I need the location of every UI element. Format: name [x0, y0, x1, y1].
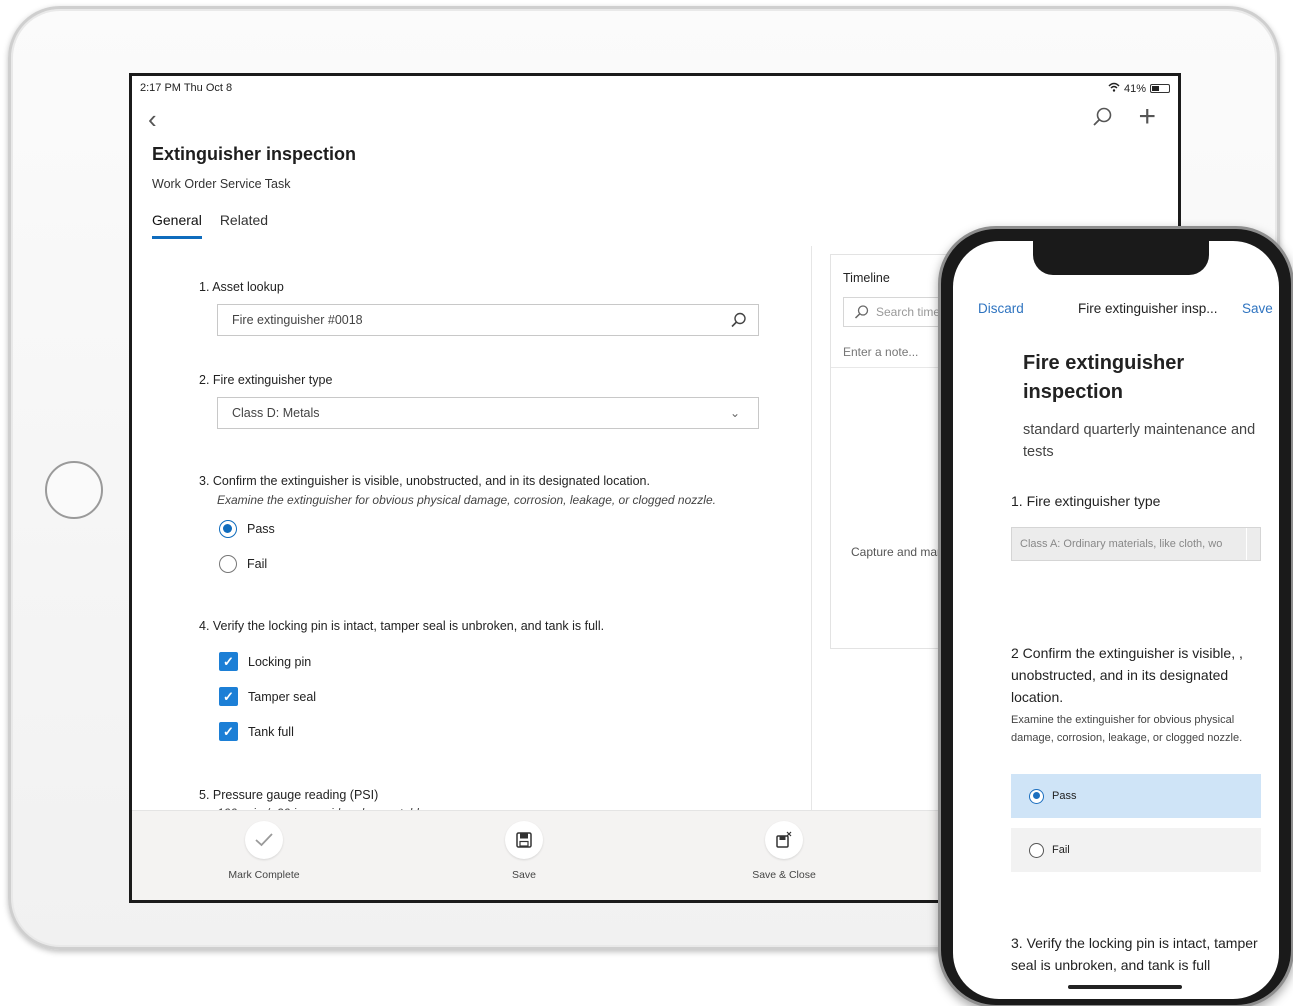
radio-pass[interactable]: Pass — [219, 520, 275, 538]
timeline-title: Timeline — [843, 271, 890, 285]
back-chevron-icon[interactable]: ‹ — [148, 106, 157, 132]
phone-extinguisher-type-select[interactable]: Class A: Ordinary materials, like cloth,… — [1011, 527, 1261, 561]
phone-header-title: Fire extinguisher insp... — [1078, 301, 1218, 316]
question-visibility-help: Examine the extinguisher for obvious phy… — [217, 493, 716, 507]
radio-icon[interactable] — [1029, 842, 1044, 858]
dropdown-arrow-icon — [1246, 528, 1260, 560]
tab-related[interactable]: Related — [220, 212, 268, 239]
question-locking-pin-label: 4. Verify the locking pin is intact, tam… — [199, 619, 605, 633]
radio-fail[interactable]: Fail — [219, 555, 267, 573]
save-disk-icon — [505, 821, 543, 859]
phone-question-visibility-help: Examine the extinguisher for obvious phy… — [1011, 714, 1243, 744]
phone-device: Discard Fire extinguisher insp... Save F… — [938, 226, 1293, 1006]
search-icon — [854, 304, 870, 320]
checkbox-checked-icon[interactable]: ✓ — [219, 722, 238, 741]
checkbox-checked-icon[interactable]: ✓ — [219, 687, 238, 706]
phone-form-heading: Fire extinguisher inspection — [1023, 352, 1185, 403]
chevron-down-icon: ⌄ — [730, 406, 741, 420]
save-close-button[interactable]: Save & Close — [714, 821, 854, 881]
status-bar: 2:17 PM Thu Oct 8 41% — [140, 82, 1170, 96]
question-asset-lookup-label: 1. Asset lookup — [199, 280, 284, 294]
radio-pass-selected-icon[interactable] — [219, 520, 237, 538]
question-extinguisher-type-label: 2. Fire extinguisher type — [199, 373, 333, 387]
extinguisher-type-select[interactable]: Class D: Metals ⌄ — [217, 397, 759, 429]
mark-complete-button[interactable]: Mark Complete — [194, 821, 334, 881]
radio-selected-icon[interactable] — [1029, 788, 1044, 804]
phone-question-visibility-label: 2 Confirm the extinguisher is visible, ,… — [1011, 645, 1243, 705]
inspection-form: 1. Asset lookup Fire extinguisher #0018 … — [162, 246, 812, 816]
asset-lookup-input[interactable]: Fire extinguisher #0018 — [217, 304, 759, 336]
timeline-note-input[interactable]: Enter a note... — [843, 345, 918, 359]
lookup-search-icon[interactable] — [730, 311, 748, 329]
checkbox-tamper-seal[interactable]: ✓ Tamper seal — [219, 687, 316, 706]
home-button[interactable] — [45, 461, 103, 519]
discard-button[interactable]: Discard — [978, 301, 1024, 316]
phone-radio-fail[interactable]: Fail — [1011, 828, 1261, 872]
radio-fail-icon[interactable] — [219, 555, 237, 573]
question-pressure-label: 5. Pressure gauge reading (PSI) — [199, 788, 379, 802]
phone-notch — [1033, 241, 1209, 275]
page-subtitle: Work Order Service Task — [152, 177, 291, 191]
battery-percent: 41% — [1123, 82, 1146, 95]
home-indicator — [1068, 985, 1182, 989]
wifi-icon — [1108, 82, 1120, 95]
phone-screen: Discard Fire extinguisher insp... Save F… — [953, 241, 1279, 999]
tab-bar: General Related — [152, 212, 268, 239]
save-button[interactable]: Save — [454, 821, 594, 881]
checkbox-locking-pin[interactable]: ✓ Locking pin — [219, 652, 311, 671]
phone-question-type-label: 1. Fire extinguisher type — [1011, 493, 1161, 509]
phone-radio-pass[interactable]: Pass — [1011, 774, 1261, 818]
status-time: 2:17 PM Thu Oct 8 — [140, 82, 233, 94]
battery-icon — [1150, 84, 1170, 93]
timeline-empty-text: Capture and mana — [851, 545, 951, 559]
page-title: Extinguisher inspection — [152, 144, 357, 164]
phone-question-locking-pin-label: 3. Verify the locking pin is intact, tam… — [1011, 935, 1258, 973]
question-visibility-label: 3. Confirm the extinguisher is visible, … — [199, 474, 650, 488]
phone-form-description: standard quarterly maintenance and tests — [1023, 422, 1256, 460]
checkbox-checked-icon[interactable]: ✓ — [219, 652, 238, 671]
add-icon[interactable]: + — [1138, 102, 1156, 132]
checkmark-icon — [245, 821, 283, 859]
phone-save-button[interactable]: Save — [1242, 301, 1273, 316]
checkbox-tank-full[interactable]: ✓ Tank full — [219, 722, 294, 741]
save-close-icon — [765, 821, 803, 859]
search-icon[interactable] — [1092, 106, 1116, 130]
tab-general[interactable]: General — [152, 212, 202, 239]
